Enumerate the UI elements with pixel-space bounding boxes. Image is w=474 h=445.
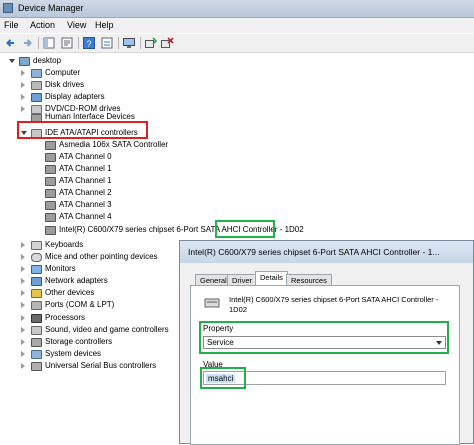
ide-device-icon	[45, 189, 56, 198]
expand-arrow-icon[interactable]	[21, 106, 25, 112]
tree-item-computer[interactable]: Computer	[21, 67, 221, 79]
hid-icon	[31, 114, 42, 121]
menu-file[interactable]: File	[4, 20, 19, 30]
tree-root[interactable]: desktop	[9, 55, 129, 67]
back-icon[interactable]	[4, 36, 18, 50]
tree-item-processors[interactable]: Processors	[21, 312, 171, 324]
speaker-icon	[31, 326, 42, 335]
device-icon	[204, 297, 220, 309]
tree-child-ata-1a[interactable]: ATA Channel 1	[45, 163, 245, 175]
tree-item-system[interactable]: System devices	[21, 348, 171, 360]
tree-item-disk-drives[interactable]: Disk drives	[21, 79, 221, 91]
tree-child-ata-1b[interactable]: ATA Channel 1	[45, 175, 245, 187]
ide-device-icon	[45, 177, 56, 186]
tab-details[interactable]: Details	[255, 271, 288, 286]
monitor-icon[interactable]	[122, 36, 136, 50]
monitor-icon	[31, 265, 42, 274]
storage-controller-icon	[31, 338, 42, 347]
svg-text:?: ?	[86, 39, 91, 49]
network-adapter-icon	[31, 277, 42, 286]
computer-icon	[31, 69, 42, 78]
expand-arrow-icon[interactable]	[21, 94, 25, 100]
forward-icon[interactable]	[20, 36, 34, 50]
dialog-title: Intel(R) C600/X79 series chipset 6-Port …	[188, 247, 440, 257]
expand-arrow-icon[interactable]	[21, 254, 25, 260]
properties-sheet-icon[interactable]	[100, 36, 114, 50]
highlight-ahci-box	[215, 220, 275, 238]
ide-device-icon	[45, 201, 56, 210]
menu-action[interactable]: Action	[30, 20, 55, 30]
tree-item-display-adapters[interactable]: Display adapters	[21, 91, 221, 103]
expand-arrow-icon[interactable]	[21, 82, 25, 88]
intel-label-suffix: - 1D02	[277, 225, 304, 234]
tree-item-monitors[interactable]: Monitors	[21, 263, 171, 275]
expand-arrow-icon[interactable]	[21, 351, 25, 357]
tree-item-storage[interactable]: Storage controllers	[21, 336, 171, 348]
properties-icon[interactable]	[60, 36, 74, 50]
device-name-line2: 1D02	[229, 305, 247, 314]
expand-arrow-icon[interactable]	[21, 242, 25, 248]
ide-device-icon	[45, 213, 56, 222]
processor-icon	[31, 314, 42, 323]
device-manager-icon	[3, 3, 13, 13]
highlight-property-box	[199, 321, 449, 354]
collapse-arrow-icon[interactable]	[9, 59, 15, 63]
tree-item-network[interactable]: Network adapters	[21, 275, 171, 287]
show-hide-tree-icon[interactable]	[42, 36, 56, 50]
help-icon[interactable]: ?	[82, 36, 96, 50]
tree-item-other[interactable]: Other devices	[21, 287, 171, 299]
computer-icon	[19, 57, 30, 66]
ide-device-icon	[45, 141, 56, 150]
system-device-icon	[31, 350, 42, 359]
tree-root-label: desktop	[33, 56, 62, 65]
menu-view[interactable]: View	[67, 20, 86, 30]
expand-arrow-icon[interactable]	[21, 327, 25, 333]
expand-arrow-icon[interactable]	[21, 363, 25, 369]
tree-item-hid[interactable]: Human Interface Devices	[21, 113, 221, 121]
window-title: Device Manager	[18, 3, 84, 13]
menu-help[interactable]: Help	[95, 20, 114, 30]
tree-child-asmedia[interactable]: Asmedia 106x SATA Controller	[45, 139, 245, 151]
usb-icon	[31, 362, 42, 371]
tree-child-ata-2[interactable]: ATA Channel 2	[45, 187, 245, 199]
tree-item-usb[interactable]: Universal Serial Bus controllers	[21, 360, 171, 372]
tree-child-ata-0[interactable]: ATA Channel 0	[45, 151, 245, 163]
intel-label-prefix: Intel(R) C600/X79 series chipset 6-Port …	[59, 225, 222, 234]
toolbar: ?	[0, 34, 474, 53]
expand-arrow-icon[interactable]	[21, 315, 25, 321]
ide-device-icon	[45, 226, 56, 235]
expand-arrow-icon[interactable]	[21, 266, 25, 272]
device-name-line1: Intel(R) C600/X79 series chipset 6-Port …	[229, 295, 439, 304]
disk-drive-icon	[31, 81, 42, 90]
highlight-value-box	[200, 367, 246, 389]
keyboard-icon	[31, 241, 42, 250]
display-adapter-icon	[31, 93, 42, 102]
expand-arrow-icon[interactable]	[21, 339, 25, 345]
tree-item-keyboards[interactable]: Keyboards	[21, 239, 171, 251]
tree-child-ata-3[interactable]: ATA Channel 3	[45, 199, 245, 211]
warning-device-icon	[31, 289, 42, 298]
port-icon	[31, 301, 42, 310]
dialog-title-bar: Intel(R) C600/X79 series chipset 6-Port …	[180, 241, 473, 263]
tree-item-mice[interactable]: Mice and other pointing devices	[21, 251, 171, 263]
mouse-icon	[31, 253, 42, 262]
scan-hardware-icon[interactable]	[144, 36, 158, 50]
uninstall-icon[interactable]	[160, 36, 174, 50]
expand-arrow-icon[interactable]	[21, 70, 25, 76]
highlight-ide-box	[17, 121, 148, 139]
expand-arrow-icon[interactable]	[21, 302, 25, 308]
tree-item-ports[interactable]: Ports (COM & LPT)	[21, 299, 171, 311]
expand-arrow-icon[interactable]	[21, 290, 25, 296]
title-bar: Device Manager	[0, 0, 474, 18]
expand-arrow-icon[interactable]	[21, 278, 25, 284]
tree-item-sound[interactable]: Sound, video and game controllers	[21, 324, 176, 336]
ide-device-icon	[45, 153, 56, 162]
menu-bar: File Action View Help	[0, 18, 474, 33]
device-name: Intel(R) C600/X79 series chipset 6-Port …	[229, 295, 438, 315]
ide-device-icon	[45, 165, 56, 174]
